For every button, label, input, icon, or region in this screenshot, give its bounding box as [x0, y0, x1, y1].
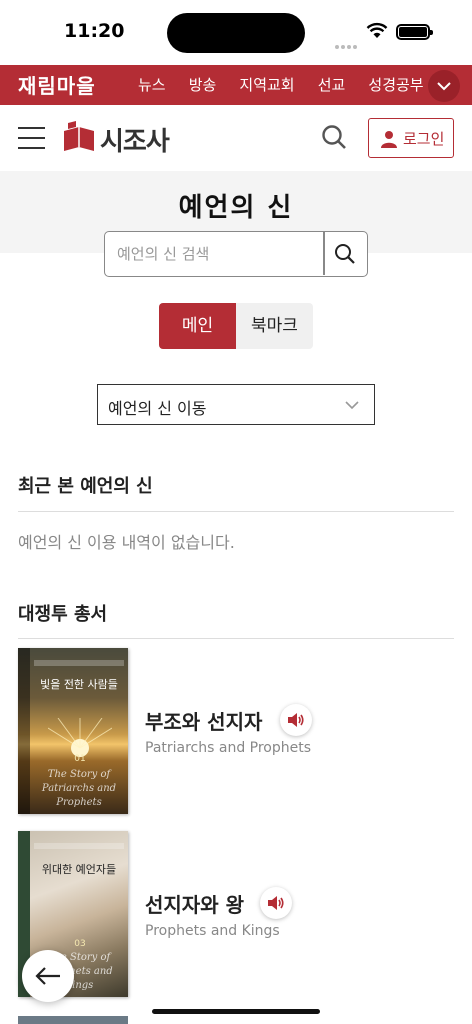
login-label: 로그인 [403, 130, 445, 148]
chevron-down-icon [345, 401, 359, 410]
app-header: 시조사 로그인 [0, 105, 472, 171]
book-title[interactable]: 부조와 선지자 [145, 706, 262, 735]
top-nav-item-broadcast[interactable]: 방송 [189, 76, 217, 94]
logo-text[interactable]: 시조사 [100, 121, 170, 158]
search-icon[interactable] [320, 123, 348, 151]
book-subtitle: Patriarchs and Prophets [145, 740, 312, 756]
cellular-signal-icon [335, 34, 359, 53]
cover-volume-number: 03 [74, 939, 86, 949]
book-subtitle: Prophets and Kings [145, 923, 280, 939]
cover-title: 위대한 예언자들 [41, 863, 117, 876]
search-divider [323, 232, 325, 275]
book-logo-icon[interactable] [62, 119, 96, 153]
top-nav-item-local-church[interactable]: 지역교회 [239, 76, 294, 94]
cover-english-title: The Story of Patriarchs and Prophets [41, 769, 117, 808]
wifi-icon [366, 22, 388, 38]
book-item[interactable]: 위대한 예언자들 03 The Story of Prophets and Ki… [18, 831, 454, 999]
sunrise-graphic [48, 718, 112, 757]
view-tabs: 메인 북마크 [159, 303, 314, 349]
cover-header-strip [34, 843, 124, 849]
status-time: 11:20 [64, 20, 125, 42]
select-value: 예언의 신 이동 [108, 399, 207, 418]
book-cover[interactable] [18, 1016, 128, 1024]
user-icon [381, 131, 397, 148]
status-bar: 11:20 [0, 0, 472, 64]
top-nav-items: 뉴스 방송 지역교회 선교 성경공부 [138, 74, 442, 95]
tab-main[interactable]: 메인 [159, 303, 236, 349]
arrow-left-icon [35, 967, 60, 985]
search-input[interactable] [105, 232, 323, 275]
divider [18, 511, 454, 512]
search-bar [104, 231, 368, 277]
book-title[interactable]: 선지자와 왕 [145, 889, 244, 918]
site-brand[interactable]: 재림마을 [18, 70, 96, 99]
tab-bookmark[interactable]: 북마크 [236, 303, 313, 349]
book-cover[interactable]: 빛을 전한 사람들 01 The Story of Patriarchs and… [18, 648, 128, 814]
book-navigation-select[interactable]: 예언의 신 이동 [97, 384, 375, 425]
top-nav-item-mission[interactable]: 선교 [318, 76, 346, 94]
menu-icon[interactable] [18, 127, 45, 157]
audio-button[interactable] [260, 887, 292, 919]
cover-header-strip [34, 660, 124, 666]
nav-expand-button[interactable] [428, 70, 460, 102]
home-indicator[interactable] [152, 1009, 320, 1014]
battery-icon [396, 24, 433, 40]
recent-empty-message: 예언의 신 이용 내역이 없습니다. [18, 533, 235, 552]
top-nav-item-news[interactable]: 뉴스 [138, 76, 166, 94]
top-nav-item-bible-study[interactable]: 성경공부 [368, 76, 423, 94]
dynamic-island [167, 13, 305, 53]
top-site-nav: 재림마을 뉴스 방송 지역교회 선교 성경공부 [0, 65, 472, 105]
cover-title: 빛을 전한 사람들 [40, 678, 118, 691]
book-item[interactable]: 빛을 전한 사람들 01 The Story of Patriarchs and… [18, 648, 454, 816]
page-title: 예언의 신 [178, 193, 294, 223]
login-button[interactable]: 로그인 [368, 118, 454, 158]
book-spine [18, 648, 30, 814]
back-button[interactable] [22, 950, 74, 1002]
speaker-icon [268, 896, 284, 910]
divider [18, 638, 454, 639]
chevron-down-icon [437, 82, 451, 91]
cover-volume-number: 01 [74, 754, 86, 764]
audio-button[interactable] [280, 704, 312, 736]
speaker-icon [288, 713, 304, 727]
series-section-title: 대쟁투 총서 [18, 604, 108, 625]
recent-section-title: 최근 본 예언의 신 [18, 476, 153, 497]
search-icon[interactable] [333, 242, 357, 266]
